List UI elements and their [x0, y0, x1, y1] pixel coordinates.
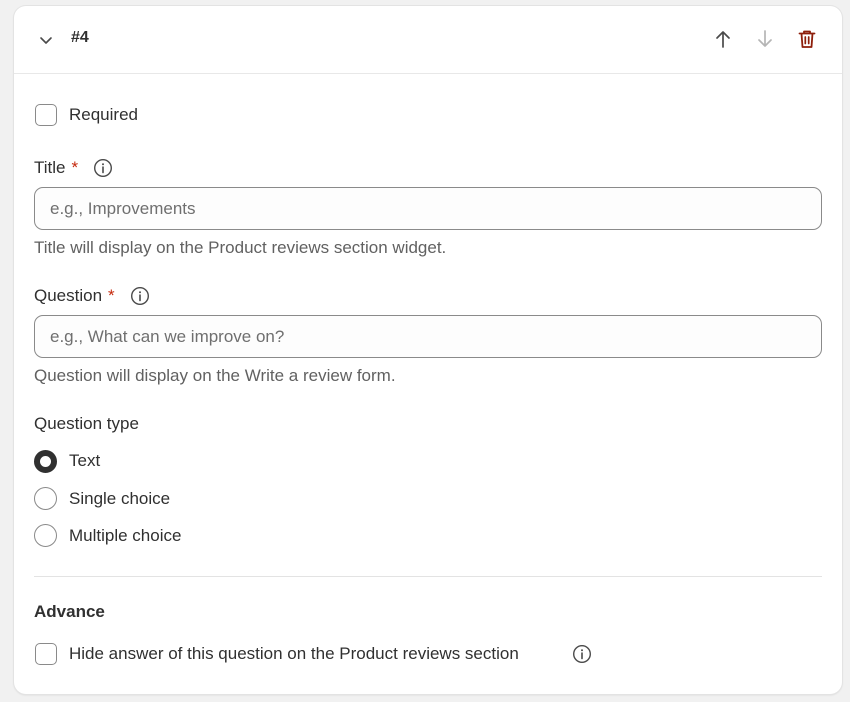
title-label: Title *	[34, 158, 78, 178]
info-icon[interactable]	[572, 644, 592, 664]
move-down-icon[interactable]	[754, 28, 776, 50]
hide-answer-checkbox[interactable]	[35, 643, 57, 665]
radio-multiple-choice-label: Multiple choice	[69, 526, 182, 545]
required-label: Required	[69, 105, 138, 124]
move-up-icon[interactable]	[712, 28, 734, 50]
required-checkbox[interactable]	[35, 104, 57, 126]
trash-icon[interactable]	[796, 28, 818, 50]
required-star: *	[71, 158, 79, 177]
required-star: *	[108, 286, 115, 305]
radio-text[interactable]	[34, 450, 57, 473]
divider	[34, 576, 822, 577]
question-type-label: Question type	[34, 414, 139, 433]
title-label-text: Title	[34, 158, 66, 177]
question-card: #4 Required Title * Title will display on…	[14, 6, 842, 694]
chevron-down-icon[interactable]	[36, 30, 56, 50]
radio-single-choice-label: Single choice	[69, 489, 171, 508]
advance-section-title: Advance	[34, 602, 105, 621]
radio-text-label: Text	[69, 451, 101, 470]
question-number: #4	[71, 29, 89, 46]
radio-multiple-choice[interactable]	[34, 524, 57, 547]
info-icon[interactable]	[130, 286, 150, 306]
title-help-text: Title will display on the Product review…	[34, 238, 447, 257]
question-input[interactable]	[34, 315, 822, 358]
question-help-text: Question will display on the Write a rev…	[34, 366, 396, 385]
info-icon[interactable]	[93, 158, 113, 178]
hide-answer-label: Hide answer of this question on the Prod…	[69, 644, 519, 663]
question-label: Question *	[34, 286, 115, 306]
card-header: #4	[14, 6, 842, 74]
question-label-text: Question	[34, 286, 103, 305]
radio-single-choice[interactable]	[34, 487, 57, 510]
title-input[interactable]	[34, 187, 822, 230]
